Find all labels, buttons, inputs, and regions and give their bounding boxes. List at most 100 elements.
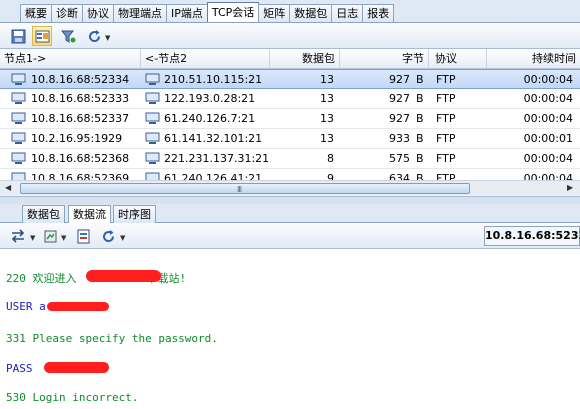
cell-unit: B [416,92,424,105]
cell-node2: 122.193.0.28:21 [164,92,256,105]
cell-node2: 61.240.126.7:21 [164,112,256,125]
cell-protocol: FTP [436,112,456,125]
cell-node1: 10.8.16.68:52334 [31,73,130,86]
host-icon [11,92,26,104]
tab-protocol[interactable]: 协议 [82,4,114,22]
tab-diagnosis[interactable]: 诊断 [51,4,83,22]
save-icon [11,29,25,43]
session-toolbar: ▼ [0,23,580,49]
filter-button[interactable] [58,26,78,46]
pane-splitter[interactable] [0,196,580,204]
tab-ip-endpoints[interactable]: IP端点 [166,4,208,22]
export-dropdown-caret[interactable]: ▼ [61,234,66,242]
tab-physical-endpoints[interactable]: 物理端点 [113,4,167,22]
cell-packets: 8 [327,152,334,165]
cell-node1: 10.8.16.68:52368 [31,152,130,165]
report-button[interactable] [73,226,93,246]
swap-icon [11,229,25,243]
export-icon [44,230,56,242]
export-button[interactable] [40,226,60,246]
stream-refresh-dropdown-caret[interactable]: ▼ [120,234,125,242]
scroll-right-arrow-icon[interactable]: ▶ [567,183,573,192]
cell-node2: 210.51.10.115:21 [164,73,263,86]
cell-protocol: FTP [436,73,456,86]
top-tabs: 概要 诊断 协议 物理端点 IP端点 TCP会话 矩阵 数据包 日志 报表 [20,2,395,22]
tab-data-stream[interactable]: 数据流 [68,205,111,224]
table-row[interactable]: 10.2.16.95:1929 61.141.32.101:21 13 933 … [0,129,580,149]
cell-duration: 00:00:04 [523,152,573,165]
host-icon [145,132,160,144]
view-icon [35,30,49,42]
cell-packets: 13 [320,73,334,86]
cell-packets: 13 [320,132,334,145]
tab-tcp-sessions[interactable]: TCP会话 [206,2,260,22]
tab-log[interactable]: 日志 [331,4,364,22]
data-stream-view[interactable]: 220 欢迎进入 下载站! USER a 331 Please specify t… [0,249,580,409]
stream-refresh-button[interactable] [98,226,118,246]
cell-unit: B [416,112,424,125]
column-protocol[interactable]: 协议 [429,49,487,69]
refresh-button[interactable] [84,26,104,46]
stream-line: USER a [6,300,46,313]
cell-protocol: FTP [436,92,456,105]
stream-line: PASS [6,362,40,375]
redaction-mark [86,270,161,282]
stream-line: 530 Login incorrect. [6,391,139,404]
cell-unit: B [416,132,424,145]
scrollbar-grip: III [237,185,242,194]
table-row[interactable]: 10.8.16.68:52334 210.51.10.115:21 13 927… [0,69,580,89]
scroll-left-arrow-icon[interactable]: ◀ [5,183,11,192]
cell-packets: 13 [320,112,334,125]
stream-line-text: 220 欢迎进入 [6,272,77,285]
cell-bytes: 927 [389,112,410,125]
host-icon [11,73,26,85]
detail-tab-strip: 数据包 数据流 时序图 [0,204,580,224]
table-row[interactable]: 10.8.16.68:52333 122.193.0.28:21 13 927 … [0,89,580,109]
table-row[interactable]: 10.8.16.68:52337 61.240.126.7:21 13 927 … [0,109,580,129]
table-header: 节点1-> <-节点2 数据包 字节 协议 持续时间 [0,49,580,69]
cell-duration: 00:00:04 [523,112,573,125]
tab-packet[interactable]: 数据包 [22,205,65,223]
tab-report[interactable]: 报表 [362,4,395,22]
top-tab-strip: 概要 诊断 协议 物理端点 IP端点 TCP会话 矩阵 数据包 日志 报表 [0,0,580,23]
table-horizontal-scrollbar[interactable]: ◀ III ▶ [0,180,580,195]
redaction-mark [47,302,109,311]
column-duration[interactable]: 持续时间 [487,49,580,69]
tab-sequence-chart[interactable]: 时序图 [113,205,156,223]
column-packets[interactable]: 数据包 [270,49,340,69]
refresh-dropdown-caret[interactable]: ▼ [105,34,110,42]
tcp-session-table: 节点1-> <-节点2 数据包 字节 协议 持续时间 10.8.16.68:52… [0,49,580,183]
cell-unit: B [416,152,424,165]
column-node2[interactable]: <-节点2 [141,49,270,69]
table-row[interactable]: 10.8.16.68:52368 221.231.137.31:21 8 575… [0,149,580,169]
column-bytes[interactable]: 字节 [340,49,429,69]
session-address-display: 10.8.16.68:52334 [484,226,580,246]
report-icon [77,229,89,243]
host-icon [11,152,26,164]
tab-overview[interactable]: 概要 [20,4,52,22]
direction-dropdown-caret[interactable]: ▼ [30,234,35,242]
cell-node2: 61.141.32.101:21 [164,132,263,145]
host-icon [11,132,26,144]
view-toggle-button[interactable] [32,26,52,46]
cell-protocol: FTP [436,132,456,145]
tab-matrix[interactable]: 矩阵 [258,4,291,22]
cell-bytes: 933 [389,132,410,145]
cell-protocol: FTP [436,152,456,165]
redaction-mark [44,362,109,373]
cell-packets: 13 [320,92,334,105]
filter-icon [60,30,75,43]
cell-duration: 00:00:04 [523,92,573,105]
scrollbar-thumb[interactable]: III [20,183,470,194]
direction-button[interactable] [8,226,28,246]
cell-duration: 00:00:01 [523,132,573,145]
save-button[interactable] [8,26,28,46]
tab-packets[interactable]: 数据包 [289,4,333,22]
cell-node2: 221.231.137.31:21 [164,152,270,165]
host-icon [145,73,160,85]
host-icon [145,112,160,124]
cell-duration: 00:00:04 [523,73,573,86]
stream-toolbar: ▼ ▼ ▼ 10.8.16.68:52334 [0,223,580,249]
column-node1[interactable]: 节点1-> [0,49,141,69]
stream-line: 331 Please specify the password. [6,332,218,345]
